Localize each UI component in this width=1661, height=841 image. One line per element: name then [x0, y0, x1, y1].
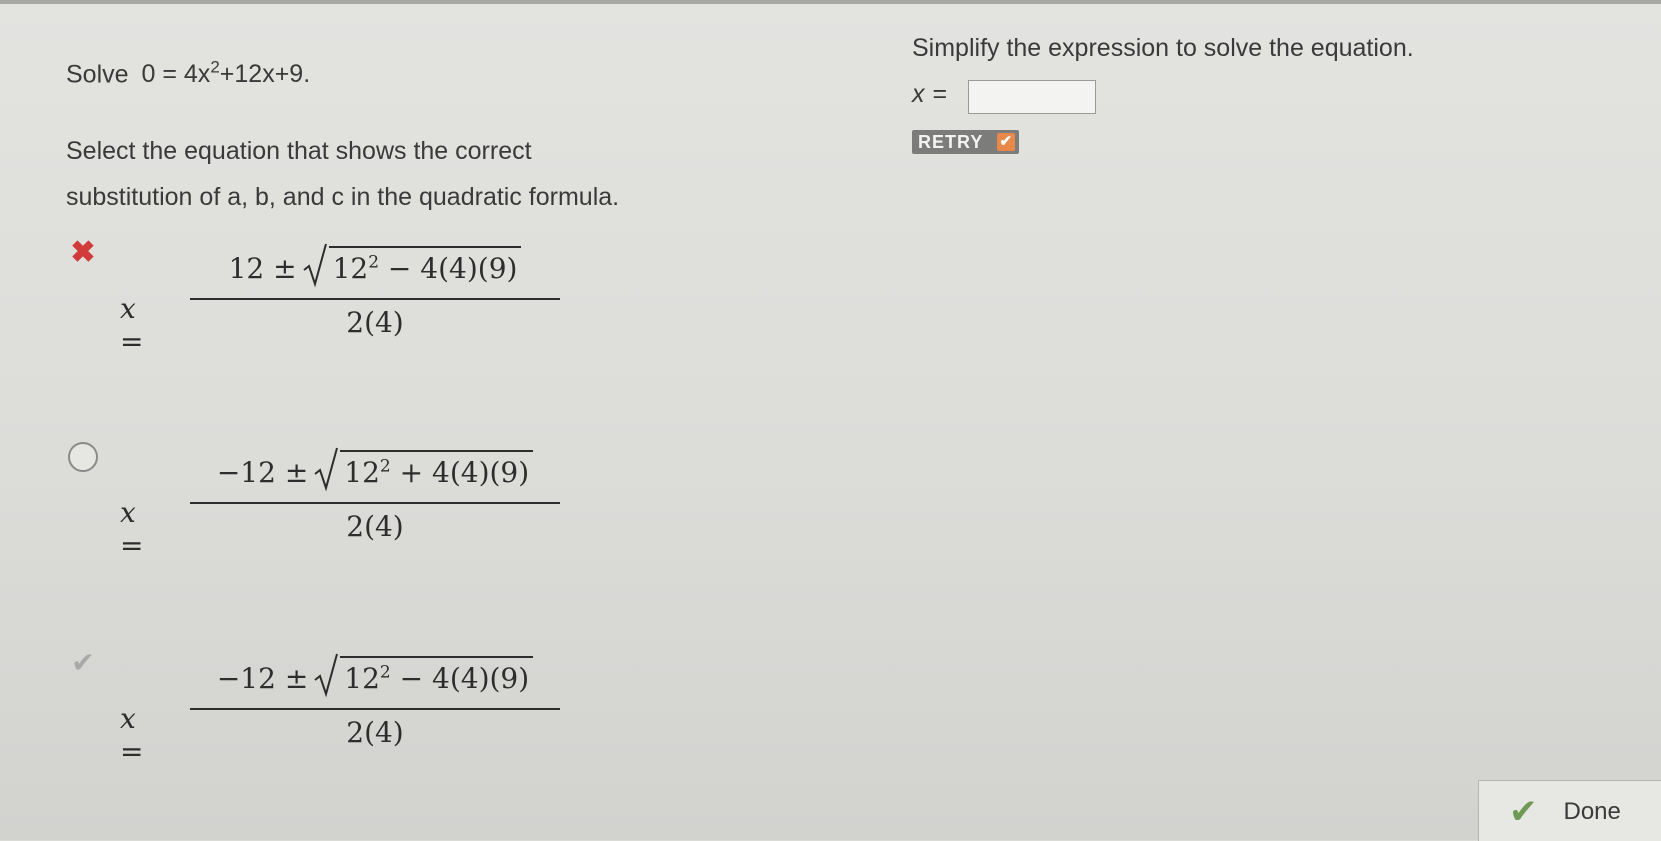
radical-sign-icon	[314, 447, 339, 492]
answer-equals-sign: =	[932, 80, 948, 108]
formula-denominator: 2(4)	[346, 716, 404, 749]
problem-equation: 0 = 4x2+12x+9.	[141, 58, 311, 89]
formula-numerator: −12 ± 122 − 4(4)(9)	[190, 653, 560, 704]
formula-denominator: 2(4)	[346, 510, 404, 543]
square-root: 122 − 4(4)(9)	[314, 653, 534, 698]
answer-option-1[interactable]: ✖ x = 12 ± 122 − 4(4)(9) 2(4)	[60, 226, 620, 358]
numerator-lead: −12 ±	[216, 662, 309, 695]
retry-badge: RETRY ✔	[912, 130, 1020, 154]
problem-equation-right: +12x+9.	[219, 60, 311, 89]
radicand-exponent: 2	[368, 252, 380, 273]
answer-row: x =	[912, 80, 1096, 114]
fraction-bar	[190, 298, 560, 300]
top-divider	[0, 0, 1661, 4]
formula-lhs: x =	[120, 702, 144, 768]
correct-check-icon: ✔	[71, 647, 95, 678]
square-root: 122 − 4(4)(9)	[302, 243, 522, 288]
done-label: Done	[1563, 798, 1621, 825]
prompt-line-2: substitution of a, b, and c in the quadr…	[66, 183, 620, 211]
answer-option-2[interactable]: x = −12 ± 122 + 4(4)(9) 2(4)	[60, 430, 620, 562]
radicand-base: 12	[344, 456, 380, 489]
answer-option-3[interactable]: ✔ x = −12 ± 122 − 4(4)(9) 2(4)	[60, 636, 620, 768]
problem-prefix: Solve	[66, 60, 129, 89]
answer-panel: Simplify the expression to solve the equ…	[912, 34, 1414, 154]
radical-sign-icon	[302, 243, 327, 288]
formula-numerator: 12 ± 122 − 4(4)(9)	[190, 243, 560, 294]
fraction-bar	[190, 708, 560, 710]
formula-lhs: x =	[120, 292, 144, 358]
radicand-exponent: 2	[379, 456, 391, 477]
radicand-rest: − 4(4)(9)	[379, 252, 518, 285]
done-button[interactable]: ✔ Done	[1509, 795, 1621, 829]
done-check-icon: ✔	[1509, 793, 1538, 831]
formula-lhs: x =	[120, 496, 144, 562]
retry-label: RETRY	[918, 132, 984, 152]
wrong-x-icon: ✖	[70, 236, 96, 269]
radical-sign-icon	[314, 653, 339, 698]
answer-input[interactable]	[968, 80, 1096, 114]
radicand-rest: + 4(4)(9)	[390, 456, 530, 489]
problem-equation-left: 0 = 4x	[141, 60, 211, 89]
problem-equation-exponent: 2	[210, 58, 220, 77]
fraction-bar	[190, 502, 560, 504]
formula-denominator: 2(4)	[346, 306, 404, 339]
radicand-base: 12	[332, 252, 369, 285]
done-panel: ✔ Done	[1478, 780, 1661, 841]
simplify-instruction: Simplify the expression to solve the equ…	[912, 34, 1414, 62]
answer-variable-label: x	[912, 80, 925, 108]
square-root: 122 + 4(4)(9)	[314, 447, 534, 492]
radicand-exponent: 2	[379, 662, 391, 683]
radicand: 122 − 4(4)(9)	[340, 656, 534, 695]
radicand: 122 − 4(4)(9)	[328, 246, 522, 285]
numerator-lead: −12 ±	[216, 456, 309, 489]
radio-button[interactable]	[68, 442, 98, 472]
question-prompt: Select the equation that shows the corre…	[66, 128, 866, 220]
problem-statement: Solve 0 = 4x2+12x+9.	[66, 58, 310, 89]
radicand-rest: − 4(4)(9)	[390, 662, 530, 695]
retry-check-icon: ✔	[997, 133, 1016, 151]
numerator-lead: 12 ±	[228, 252, 297, 285]
radicand: 122 + 4(4)(9)	[340, 450, 534, 489]
prompt-line-1: Select the equation that shows the corre…	[66, 137, 532, 165]
formula-numerator: −12 ± 122 + 4(4)(9)	[190, 447, 560, 498]
radicand-base: 12	[344, 662, 380, 695]
